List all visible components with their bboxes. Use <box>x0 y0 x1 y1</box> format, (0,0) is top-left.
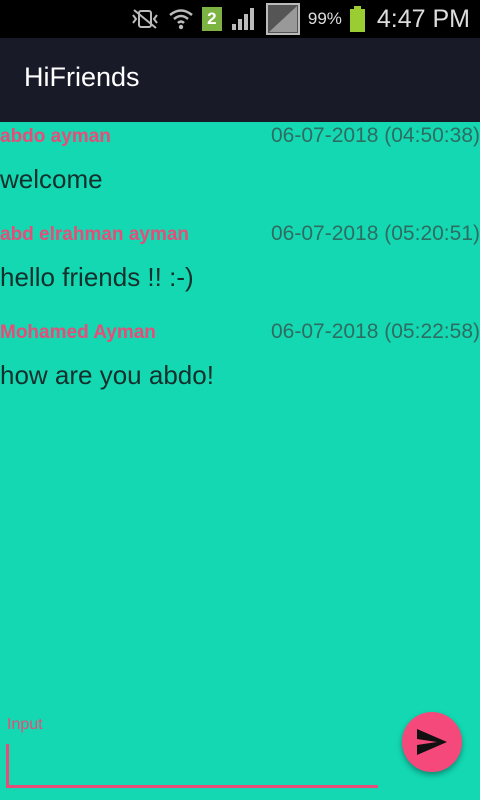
no-signal-icon <box>265 3 300 35</box>
message-sender: abdo ayman <box>0 126 111 147</box>
message-timestamp: 06-07-2018 (05:22:58) <box>271 320 480 343</box>
message-text: hello friends !! :-) <box>0 262 194 292</box>
status-icons: 2 99% 4:47 PM <box>130 0 470 38</box>
message-item: abd elrahman ayman 06-07-2018 (05:20:51)… <box>0 220 480 318</box>
message-text: how are you abdo! <box>0 360 214 390</box>
message-list[interactable]: abdo ayman 06-07-2018 (04:50:38) welcome… <box>0 122 480 416</box>
app-title: HiFriends <box>24 62 140 92</box>
message-timestamp: 06-07-2018 (05:20:51) <box>271 222 480 245</box>
message-text: welcome <box>0 164 103 194</box>
battery-percent: 99% <box>307 9 342 28</box>
battery-icon <box>349 6 365 32</box>
sim-icon: 2 <box>201 7 222 31</box>
message-item: abdo ayman 06-07-2018 (04:50:38) welcome <box>0 122 480 220</box>
message-input[interactable] <box>6 744 378 788</box>
send-button[interactable] <box>402 712 462 772</box>
wifi-icon <box>168 6 194 32</box>
message-item: Mohamed Ayman 06-07-2018 (05:22:58) how … <box>0 318 480 416</box>
mute-vibrate-icon <box>130 7 160 31</box>
status-clock: 4:47 PM <box>376 4 470 33</box>
message-sender: abd elrahman ayman <box>0 224 190 245</box>
message-timestamp: 06-07-2018 (04:50:38) <box>271 124 480 147</box>
send-icon <box>417 729 447 755</box>
signal-icon <box>230 6 258 32</box>
app-bar: HiFriends <box>0 38 480 122</box>
message-sender: Mohamed Ayman <box>0 322 156 343</box>
input-label: Input <box>7 716 43 733</box>
status-bar: 2 99% 4:47 PM <box>0 0 480 38</box>
